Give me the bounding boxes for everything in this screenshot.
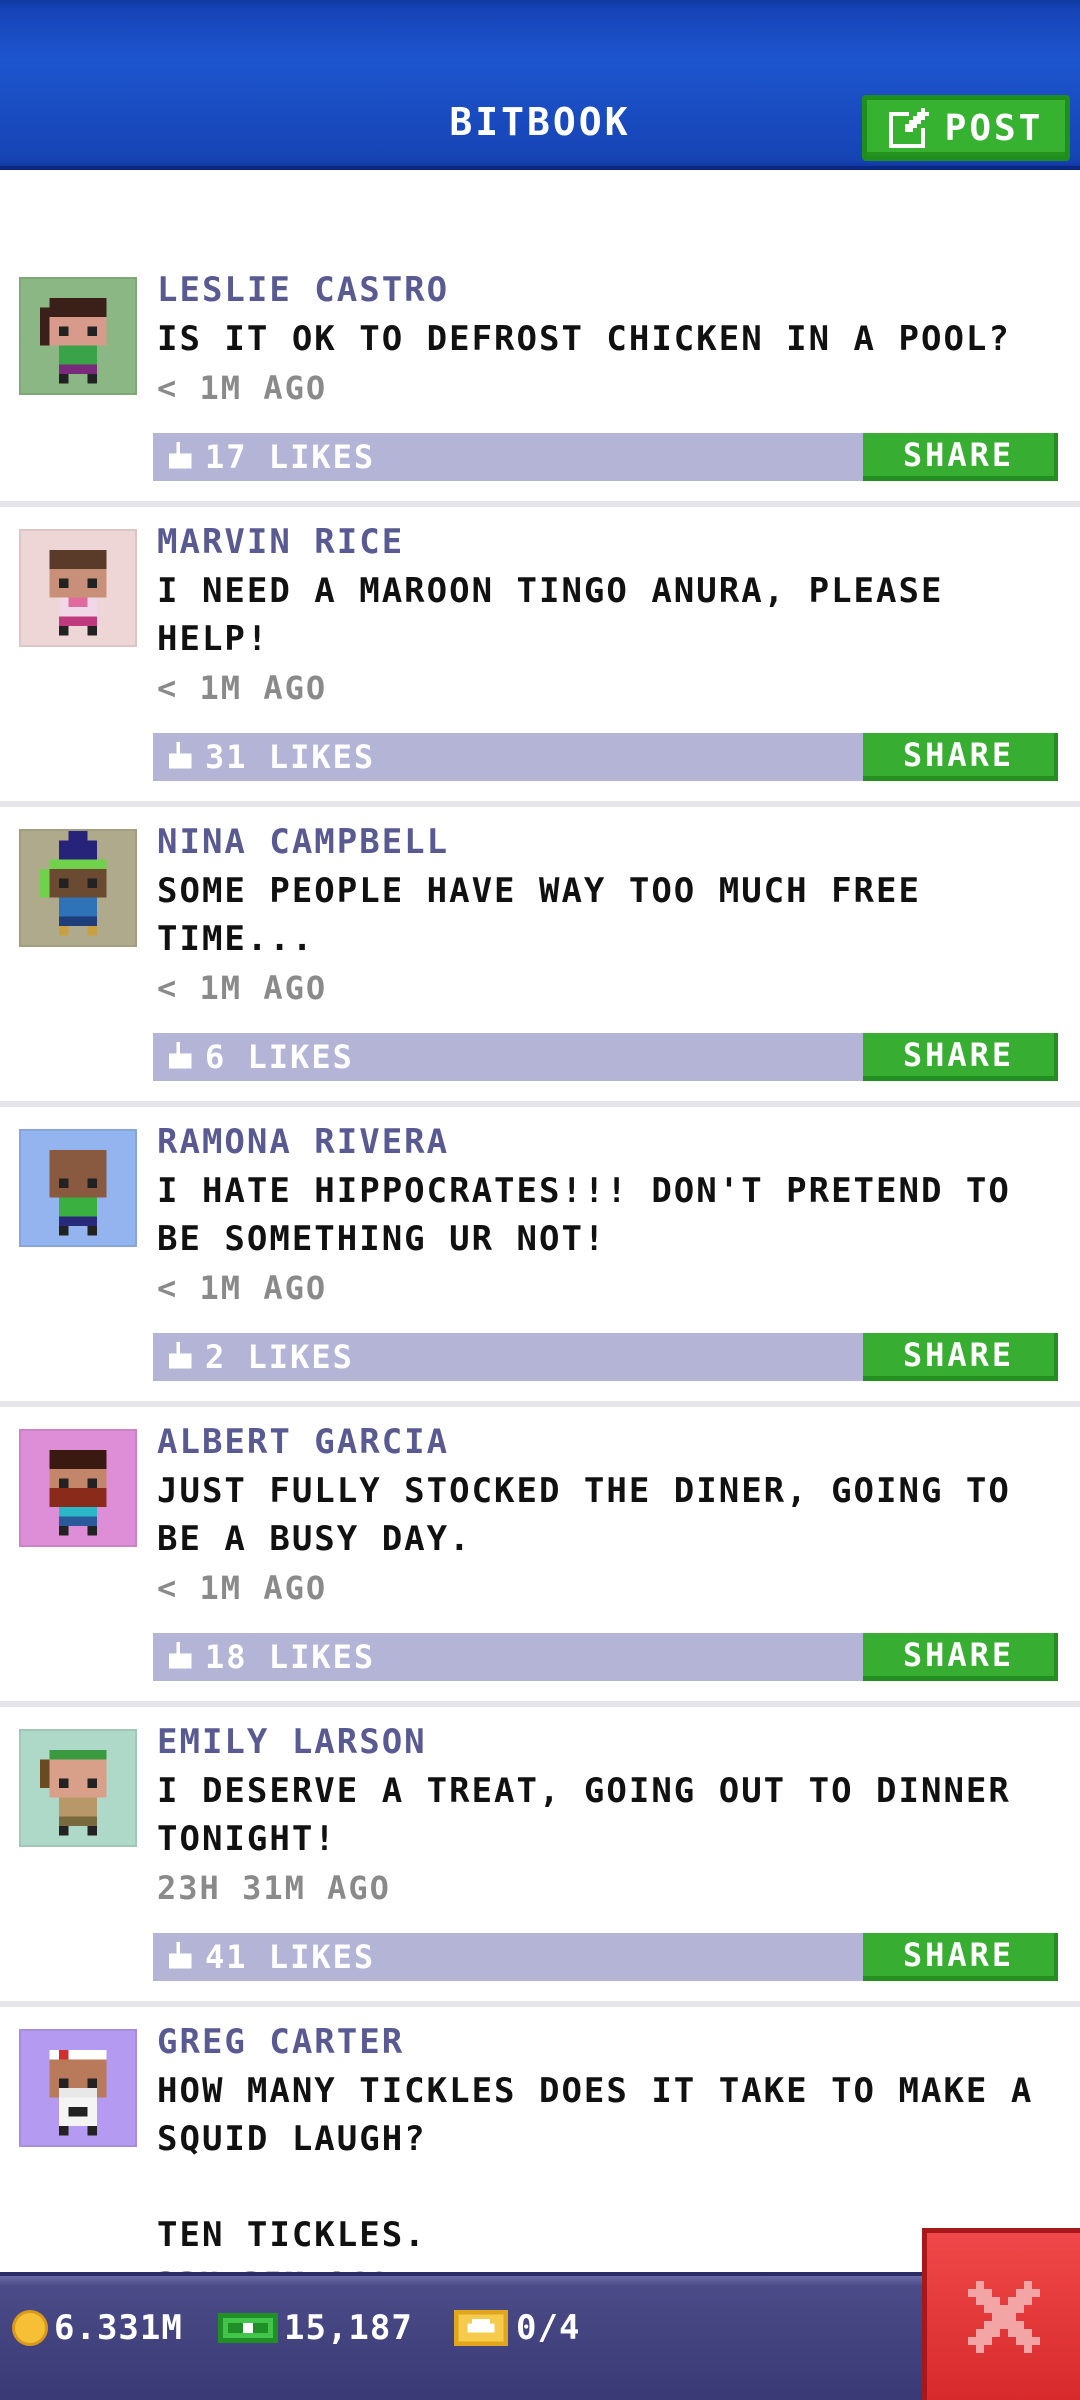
bux-stat: 15,187 xyxy=(218,2304,413,2352)
like-button[interactable]: 31 LIKES xyxy=(165,733,375,781)
like-count: 41 LIKES xyxy=(205,1938,376,1976)
avatar[interactable] xyxy=(19,829,137,947)
post-author[interactable]: EMILY LARSON xyxy=(157,1719,1060,1765)
post-author[interactable]: GREG CARTER xyxy=(157,2019,1060,2065)
post-action-bar: 6 LIKES SHARE xyxy=(153,1033,1058,1081)
like-count: 2 LIKES xyxy=(205,1338,354,1376)
post-text: I HATE HIPPOCRATES!!! DON'T PRETEND TO B… xyxy=(157,1171,1011,1259)
post-action-bar: 41 LIKES SHARE xyxy=(153,1933,1058,1981)
like-button[interactable]: 17 LIKES xyxy=(165,433,375,481)
feed-post: ALBERT GARCIA JUST FULLY STOCKED THE DIN… xyxy=(0,1407,1080,1707)
post-text: IS IT OK TO DEFROST CHICKEN IN A POOL? xyxy=(157,319,1011,359)
close-icon xyxy=(967,2280,1040,2353)
post-time: < 1M AGO xyxy=(157,369,328,407)
feed-post: LESLIE CASTRO IS IT OK TO DEFROST CHICKE… xyxy=(0,255,1080,507)
thumb-up-icon xyxy=(168,1942,192,1969)
avatar[interactable] xyxy=(19,1129,137,1247)
like-button[interactable]: 6 LIKES xyxy=(165,1033,354,1081)
thumb-up-icon xyxy=(168,1042,192,1069)
post-author[interactable]: NINA CAMPBELL xyxy=(157,819,1060,865)
tickets-value: 0/4 xyxy=(516,2308,581,2348)
thumb-up-icon xyxy=(168,442,192,469)
post-button-label: POST xyxy=(944,107,1044,149)
coin-icon xyxy=(12,2310,48,2346)
avatar[interactable] xyxy=(19,2029,137,2147)
coins-value: 6.331M xyxy=(54,2308,183,2348)
share-button[interactable]: SHARE xyxy=(863,1333,1058,1381)
like-button[interactable]: 18 LIKES xyxy=(165,1633,375,1681)
post-action-bar: 31 LIKES SHARE xyxy=(153,733,1058,781)
cash-icon xyxy=(218,2313,278,2343)
post-author[interactable]: RAMONA RIVERA xyxy=(157,1119,1060,1165)
avatar[interactable] xyxy=(19,529,137,647)
thumb-up-icon xyxy=(168,1642,192,1669)
like-count: 17 LIKES xyxy=(205,438,376,476)
like-count: 31 LIKES xyxy=(205,738,376,776)
close-button[interactable] xyxy=(922,2228,1080,2400)
feed-list[interactable]: LESLIE CASTRO IS IT OK TO DEFROST CHICKE… xyxy=(0,255,1080,2307)
share-button[interactable]: SHARE xyxy=(863,1933,1058,1981)
post-time: < 1M AGO xyxy=(157,669,328,707)
post-action-bar: 2 LIKES SHARE xyxy=(153,1333,1058,1381)
share-button[interactable]: SHARE xyxy=(863,1633,1058,1681)
avatar[interactable] xyxy=(19,1429,137,1547)
post-text: I NEED A MAROON TINGO ANURA, PLEASE HELP… xyxy=(157,571,944,659)
post-action-bar: 18 LIKES SHARE xyxy=(153,1633,1058,1681)
feed-post: EMILY LARSON I DESERVE A TREAT, GOING OU… xyxy=(0,1707,1080,2007)
bux-value: 15,187 xyxy=(284,2308,413,2348)
like-count: 6 LIKES xyxy=(205,1038,354,1076)
edit-icon xyxy=(888,108,929,148)
post-text: I DESERVE A TREAT, GOING OUT TO DINNER T… xyxy=(157,1771,1011,1859)
share-button[interactable]: SHARE xyxy=(863,733,1058,781)
like-button[interactable]: 2 LIKES xyxy=(165,1333,354,1381)
share-button[interactable]: SHARE xyxy=(863,433,1058,481)
like-count: 18 LIKES xyxy=(205,1638,376,1676)
feed-post: RAMONA RIVERA I HATE HIPPOCRATES!!! DON'… xyxy=(0,1107,1080,1407)
like-button[interactable]: 41 LIKES xyxy=(165,1933,375,1981)
coins-stat: 6.331M xyxy=(12,2304,183,2352)
post-time: < 1M AGO xyxy=(157,1269,328,1307)
share-button[interactable]: SHARE xyxy=(863,1033,1058,1081)
post-author[interactable]: LESLIE CASTRO xyxy=(157,267,1060,313)
feed-post: GREG CARTER HOW MANY TICKLES DOES IT TAK… xyxy=(0,2007,1080,2307)
thumb-up-icon xyxy=(168,1342,192,1369)
post-time: < 1M AGO xyxy=(157,1569,328,1607)
post-action-bar: 17 LIKES SHARE xyxy=(153,433,1058,481)
avatar[interactable] xyxy=(19,1729,137,1847)
post-time: < 1M AGO xyxy=(157,969,328,1007)
post-time: 23H 31M AGO xyxy=(157,1869,391,1907)
feed-post: NINA CAMPBELL SOME PEOPLE HAVE WAY TOO M… xyxy=(0,807,1080,1107)
post-text: SOME PEOPLE HAVE WAY TOO MUCH FREE TIME.… xyxy=(157,871,921,959)
app-header: BITBOOK POST xyxy=(0,0,1080,170)
status-bar: 6.331M 15,187 0/4 xyxy=(0,2272,1080,2400)
post-author[interactable]: ALBERT GARCIA xyxy=(157,1419,1060,1465)
feed-post: MARVIN RICE I NEED A MAROON TINGO ANURA,… xyxy=(0,507,1080,807)
thumb-up-icon xyxy=(168,742,192,769)
avatar[interactable] xyxy=(19,277,137,395)
post-button[interactable]: POST xyxy=(862,95,1070,161)
post-text: JUST FULLY STOCKED THE DINER, GOING TO B… xyxy=(157,1471,1011,1559)
ticket-icon xyxy=(454,2310,508,2346)
post-author[interactable]: MARVIN RICE xyxy=(157,519,1060,565)
tickets-stat: 0/4 xyxy=(452,2304,580,2352)
